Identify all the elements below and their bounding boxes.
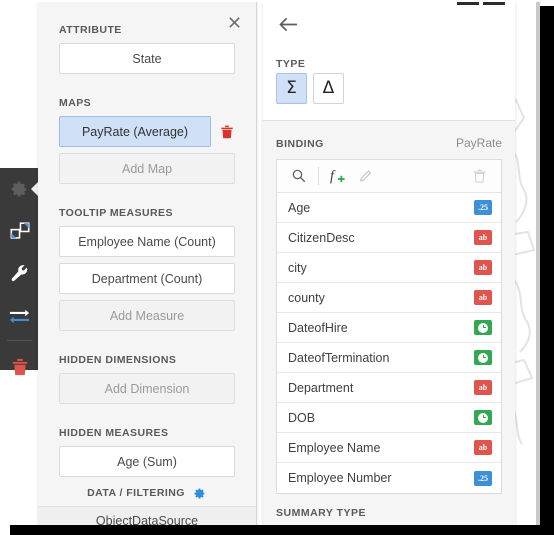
field-name: county <box>288 290 325 305</box>
field-name: DateofHire <box>288 320 348 335</box>
field-department-count[interactable]: Department (Count) <box>59 263 235 294</box>
edit-button <box>352 162 380 190</box>
binding-list-item[interactable]: city ab <box>277 253 501 283</box>
field-employee-name-count[interactable]: Employee Name (Count) <box>59 226 235 257</box>
binding-list-item[interactable]: DateofHire <box>277 313 501 343</box>
field-name: DOB <box>288 410 316 425</box>
string-type-badge: ab <box>474 290 492 305</box>
clock-icon <box>478 352 488 363</box>
field-name: city <box>288 260 307 275</box>
tool-rail <box>0 168 40 376</box>
binding-panel: TYPE Σ Δ BINDING PayRate f Age .25 Citiz… <box>263 2 515 535</box>
pencil-icon <box>359 170 372 182</box>
field-state[interactable]: State <box>59 43 235 74</box>
toolbar-divider <box>318 167 319 185</box>
binding-field-list-box: f Age .25 CitizenDesc ab city ab county … <box>276 159 502 494</box>
binding-header-row: BINDING PayRate <box>263 121 515 159</box>
svg-text:f: f <box>329 168 335 184</box>
binding-list-item[interactable]: Employee Number .25 <box>277 463 501 493</box>
section-title-tooltip-measures: TOOLTIP MEASURES <box>59 207 173 219</box>
close-icon <box>228 16 240 28</box>
field-payrate-average[interactable]: PayRate (Average) <box>59 116 211 147</box>
summary-type-button[interactable]: Σ <box>276 73 307 104</box>
wrench-icon <box>11 264 28 281</box>
binding-list-item[interactable]: DOB <box>277 403 501 433</box>
delete-field-button <box>465 162 493 190</box>
binding-value: PayRate <box>455 136 502 150</box>
gear-icon <box>194 488 205 499</box>
window-shadow-bottom <box>10 525 554 535</box>
clock-icon <box>478 412 488 423</box>
type-label: TYPE <box>276 58 306 70</box>
binding-list-item[interactable]: county ab <box>277 283 501 313</box>
binding-list-item[interactable]: Age .25 <box>277 193 501 223</box>
add-map-button[interactable]: Add Map <box>59 153 235 184</box>
delta-type-button[interactable]: Δ <box>313 73 344 104</box>
window-top-edge <box>0 0 554 2</box>
delete-map-button[interactable] <box>218 116 235 147</box>
swap-arrows-icon <box>9 309 30 324</box>
add-formula-icon: f <box>329 168 345 184</box>
type-button-group: Σ Δ <box>276 73 344 104</box>
sigma-icon: Σ <box>286 78 297 98</box>
date-type-badge <box>474 350 492 365</box>
gear-icon <box>11 181 27 197</box>
rail-item-settings[interactable] <box>0 168 40 210</box>
add-measure-button[interactable]: Add Measure <box>59 300 235 331</box>
section-title-hidden-measures: HIDDEN MEASURES <box>59 427 169 439</box>
section-title-maps: MAPS <box>59 97 92 109</box>
binding-label: BINDING <box>276 138 324 150</box>
back-arrow-icon <box>278 17 297 31</box>
back-button[interactable] <box>275 11 301 37</box>
window-shadow-right <box>540 6 554 535</box>
string-type-badge: ab <box>474 380 492 395</box>
field-age-sum[interactable]: Age (Sum) <box>59 446 235 477</box>
search-button[interactable] <box>285 162 313 190</box>
binding-toolbar: f <box>277 160 501 193</box>
rail-item-tools[interactable] <box>0 252 39 294</box>
string-type-badge: ab <box>474 440 492 455</box>
binding-list-item[interactable]: Department ab <box>277 373 501 403</box>
string-type-badge: ab <box>474 260 492 275</box>
binding-list-item[interactable]: Employee Name ab <box>277 433 501 463</box>
data-filtering-label: DATA / FILTERING <box>87 487 185 499</box>
date-type-badge <box>474 410 492 425</box>
app-root: ATTRIBUTE State MAPS PayRate (Average) A… <box>0 0 554 535</box>
clock-icon <box>478 322 488 333</box>
section-title-hidden-dimensions: HIDDEN DIMENSIONS <box>59 354 177 366</box>
string-type-badge: ab <box>474 230 492 245</box>
summary-type-label: SUMMARY TYPE <box>276 507 367 519</box>
section-title-attribute: ATTRIBUTE <box>59 24 122 36</box>
trash-icon <box>473 169 485 183</box>
number-type-badge: .25 <box>474 470 492 486</box>
rail-item-swap[interactable] <box>0 294 39 336</box>
rail-item-delete[interactable] <box>0 346 39 388</box>
field-name: CitizenDesc <box>288 230 355 245</box>
attribute-panel-scroll[interactable]: ATTRIBUTE State MAPS PayRate (Average) A… <box>38 2 256 481</box>
binding-list-item[interactable]: DateofTermination <box>277 343 501 373</box>
field-name: DateofTermination <box>288 350 390 365</box>
attribute-panel: ATTRIBUTE State MAPS PayRate (Average) A… <box>38 2 257 535</box>
map-row-payrate: PayRate (Average) <box>59 116 235 153</box>
field-name: Department <box>288 380 354 395</box>
add-formula-button[interactable]: f <box>324 162 352 190</box>
rail-item-layers[interactable] <box>0 210 39 252</box>
add-dimension-button[interactable]: Add Dimension <box>59 373 235 404</box>
field-name: Employee Name <box>288 440 381 455</box>
layers-icon <box>10 222 29 239</box>
date-type-badge <box>474 320 492 335</box>
rail-divider <box>7 340 32 341</box>
data-filtering-header[interactable]: DATA / FILTERING <box>38 480 256 507</box>
field-name: Employee Number <box>288 471 392 485</box>
close-button[interactable] <box>222 10 246 34</box>
number-type-badge: .25 <box>474 200 492 215</box>
delta-icon: Δ <box>322 78 335 98</box>
trash-icon <box>220 125 233 138</box>
field-name: Age <box>288 200 311 215</box>
binding-panel-header: TYPE Σ Δ <box>263 2 515 121</box>
search-icon <box>292 169 306 183</box>
binding-list-item[interactable]: CitizenDesc ab <box>277 223 501 253</box>
trash-icon <box>12 358 27 376</box>
